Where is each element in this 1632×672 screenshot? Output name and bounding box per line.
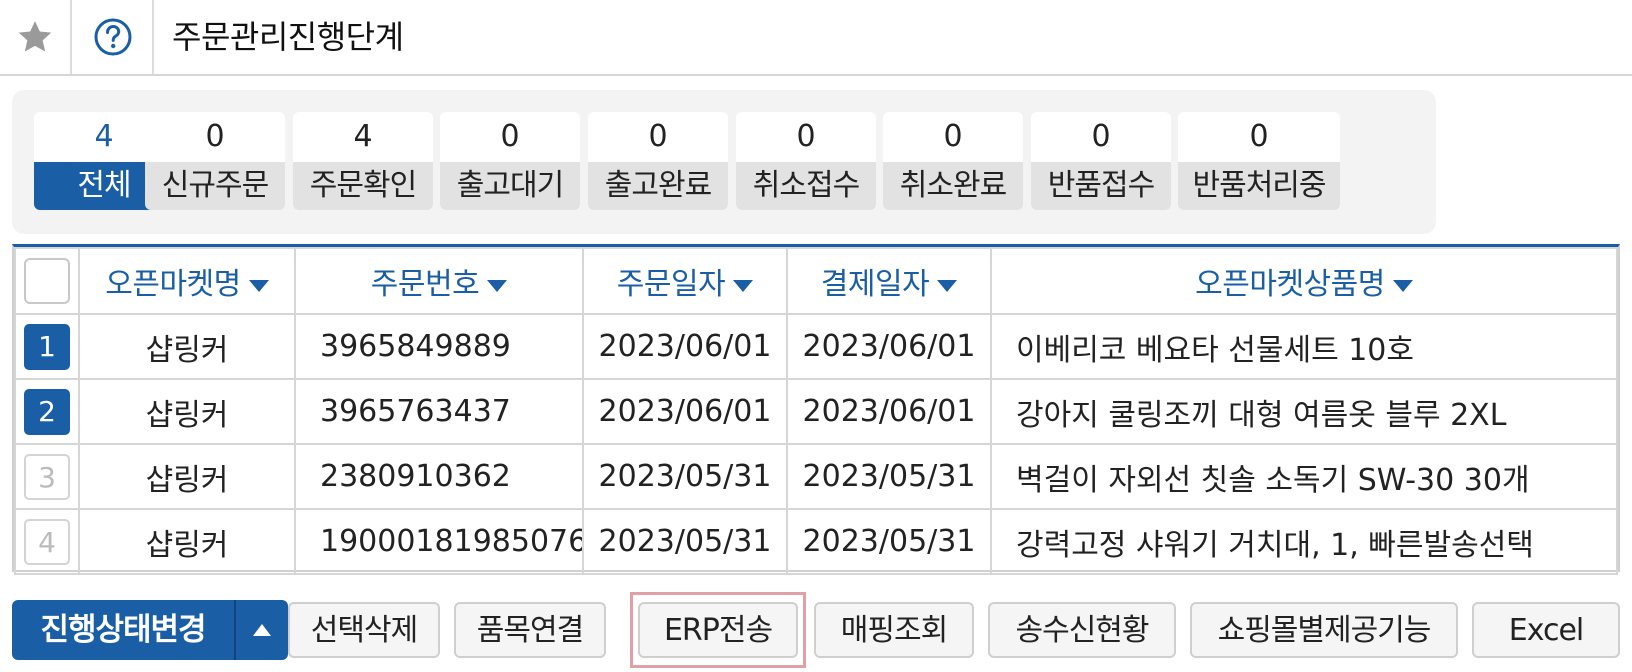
sort-down-icon bbox=[487, 279, 508, 292]
status-label: 반품접수 bbox=[1031, 162, 1171, 210]
link-item-button[interactable]: 품목연결 bbox=[454, 602, 606, 658]
status-label: 취소완료 bbox=[883, 162, 1023, 210]
row-number-checkbox[interactable]: 3 bbox=[24, 453, 70, 500]
help-button[interactable] bbox=[74, 0, 154, 74]
excel-button[interactable]: Excel bbox=[1472, 602, 1620, 658]
status-count: 0 bbox=[145, 112, 285, 162]
status-count: 0 bbox=[736, 112, 876, 162]
table-row[interactable]: 3 샵링커 2380910362 2023/05/31 2023/05/31 벽… bbox=[14, 443, 1618, 510]
column-header-payment-date[interactable]: 결제일자 bbox=[786, 247, 992, 315]
order-date-cell: 2023/06/01 bbox=[582, 313, 788, 380]
row-number-checkbox[interactable]: 4 bbox=[24, 518, 70, 565]
status-label: 취소접수 bbox=[736, 162, 876, 210]
market-cell: 샵링커 bbox=[78, 443, 296, 510]
select-all-checkbox[interactable] bbox=[24, 258, 70, 304]
status-count: 0 bbox=[1178, 112, 1340, 162]
transmission-status-button[interactable]: 송수신현황 bbox=[988, 602, 1176, 658]
status-tab-panel: 4 전체 0 신규주문 4 주문확인 0 출고대기 0 출고완료 0 취소접수 … bbox=[12, 90, 1436, 234]
status-label: 신규주문 bbox=[145, 162, 285, 210]
table-row[interactable]: 1 샵링커 3965849889 2023/06/01 2023/06/01 이… bbox=[14, 313, 1618, 380]
action-toolbar: 진행상태변경 선택삭제 품목연결 ERP전송 매핑조회 송수신현황 쇼핑몰별제공… bbox=[12, 592, 1620, 668]
column-header-label: 오픈마켓상품명 bbox=[1195, 267, 1385, 302]
column-header-product-name[interactable]: 오픈마켓상품명 bbox=[990, 247, 1618, 315]
status-label: 출고완료 bbox=[588, 162, 728, 210]
sort-down-icon bbox=[733, 279, 754, 292]
page-header: 주문관리진행단계 bbox=[0, 0, 1632, 76]
column-header-label: 오픈마켓명 bbox=[105, 267, 241, 302]
column-header-label: 주문번호 bbox=[370, 267, 480, 302]
favorite-button[interactable] bbox=[0, 0, 72, 74]
market-cell: 샵링커 bbox=[78, 313, 296, 380]
orders-table: 오픈마켓명 주문번호 주문일자 결제일자 오픈마켓상품명 1 샵링커 39658… bbox=[12, 244, 1620, 575]
sort-down-icon bbox=[248, 279, 269, 292]
column-header-order-number[interactable]: 주문번호 bbox=[294, 247, 584, 315]
order-date-cell: 2023/06/01 bbox=[582, 378, 788, 445]
payment-date-cell: 2023/05/31 bbox=[786, 443, 992, 510]
status-label: 반품처리중 bbox=[1178, 162, 1340, 210]
status-tab-shipped[interactable]: 0 출고완료 bbox=[588, 112, 728, 210]
status-menu-toggle[interactable] bbox=[236, 600, 288, 660]
change-status-button[interactable]: 진행상태변경 bbox=[12, 600, 288, 660]
status-tab-return-requested[interactable]: 0 반품접수 bbox=[1031, 112, 1171, 210]
row-select-cell: 2 bbox=[14, 378, 80, 445]
status-tab-return-processing[interactable]: 0 반품처리중 bbox=[1178, 112, 1340, 210]
status-count: 4 bbox=[293, 112, 433, 162]
status-tab-awaiting-shipment[interactable]: 0 출고대기 bbox=[440, 112, 580, 210]
erp-transfer-button[interactable]: ERP전송 bbox=[638, 602, 798, 658]
status-tab-order-confirmed[interactable]: 4 주문확인 bbox=[293, 112, 433, 210]
status-count: 0 bbox=[1031, 112, 1171, 162]
product-name-cell: 강아지 쿨링조끼 대형 여름옷 블루 2XL bbox=[990, 378, 1618, 445]
status-tab-cancel-requested[interactable]: 0 취소접수 bbox=[736, 112, 876, 210]
sort-down-icon bbox=[937, 279, 958, 292]
select-all-cell bbox=[14, 247, 80, 315]
row-select-cell: 1 bbox=[14, 313, 80, 380]
market-cell: 샵링커 bbox=[78, 378, 296, 445]
row-select-cell: 3 bbox=[14, 443, 80, 510]
table-row[interactable]: 4 샵링커 19000181985076 2023/05/31 2023/05/… bbox=[14, 508, 1618, 575]
payment-date-cell: 2023/05/31 bbox=[786, 508, 992, 575]
row-number-checkbox[interactable]: 2 bbox=[24, 388, 70, 435]
star-icon bbox=[18, 21, 52, 52]
status-count: 0 bbox=[883, 112, 1023, 162]
order-date-cell: 2023/05/31 bbox=[582, 508, 788, 575]
order-number-cell: 2380910362 bbox=[294, 443, 584, 510]
status-tab-new-order[interactable]: 0 신규주문 bbox=[145, 112, 285, 210]
product-name-cell: 벽걸이 자외선 칫솔 소독기 SW-30 30개 bbox=[990, 443, 1618, 510]
mall-features-button[interactable]: 쇼핑몰별제공기능 bbox=[1190, 602, 1458, 658]
column-header-label: 결제일자 bbox=[820, 267, 930, 302]
order-number-cell: 3965849889 bbox=[294, 313, 584, 380]
order-date-cell: 2023/05/31 bbox=[582, 443, 788, 510]
column-header-order-date[interactable]: 주문일자 bbox=[582, 247, 788, 315]
order-number-cell: 3965763437 bbox=[294, 378, 584, 445]
column-header-label: 주문일자 bbox=[616, 267, 726, 302]
delete-selected-button[interactable]: 선택삭제 bbox=[288, 602, 440, 658]
payment-date-cell: 2023/06/01 bbox=[786, 378, 992, 445]
payment-date-cell: 2023/06/01 bbox=[786, 313, 992, 380]
table-row[interactable]: 2 샵링커 3965763437 2023/06/01 2023/06/01 강… bbox=[14, 378, 1618, 445]
status-count: 0 bbox=[588, 112, 728, 162]
page-title: 주문관리진행단계 bbox=[172, 18, 404, 56]
status-label: 주문확인 bbox=[293, 162, 433, 210]
change-status-label: 진행상태변경 bbox=[12, 600, 236, 660]
row-number-checkbox[interactable]: 1 bbox=[24, 323, 70, 370]
help-circle-icon bbox=[94, 18, 132, 56]
column-header-market[interactable]: 오픈마켓명 bbox=[78, 247, 296, 315]
status-count: 0 bbox=[440, 112, 580, 162]
order-number-cell: 19000181985076 bbox=[294, 508, 584, 575]
status-tab-cancel-completed[interactable]: 0 취소완료 bbox=[883, 112, 1023, 210]
row-select-cell: 4 bbox=[14, 508, 80, 575]
product-name-cell: 이베리코 베요타 선물세트 10호 bbox=[990, 313, 1618, 380]
product-name-cell: 강력고정 샤워기 거치대, 1, 빠른발송선택 bbox=[990, 508, 1618, 575]
sort-down-icon bbox=[1392, 279, 1413, 292]
table-header-row: 오픈마켓명 주문번호 주문일자 결제일자 오픈마켓상품명 bbox=[14, 247, 1618, 315]
status-label: 출고대기 bbox=[440, 162, 580, 210]
mapping-lookup-button[interactable]: 매핑조회 bbox=[814, 602, 974, 658]
caret-up-icon bbox=[253, 624, 271, 636]
market-cell: 샵링커 bbox=[78, 508, 296, 575]
